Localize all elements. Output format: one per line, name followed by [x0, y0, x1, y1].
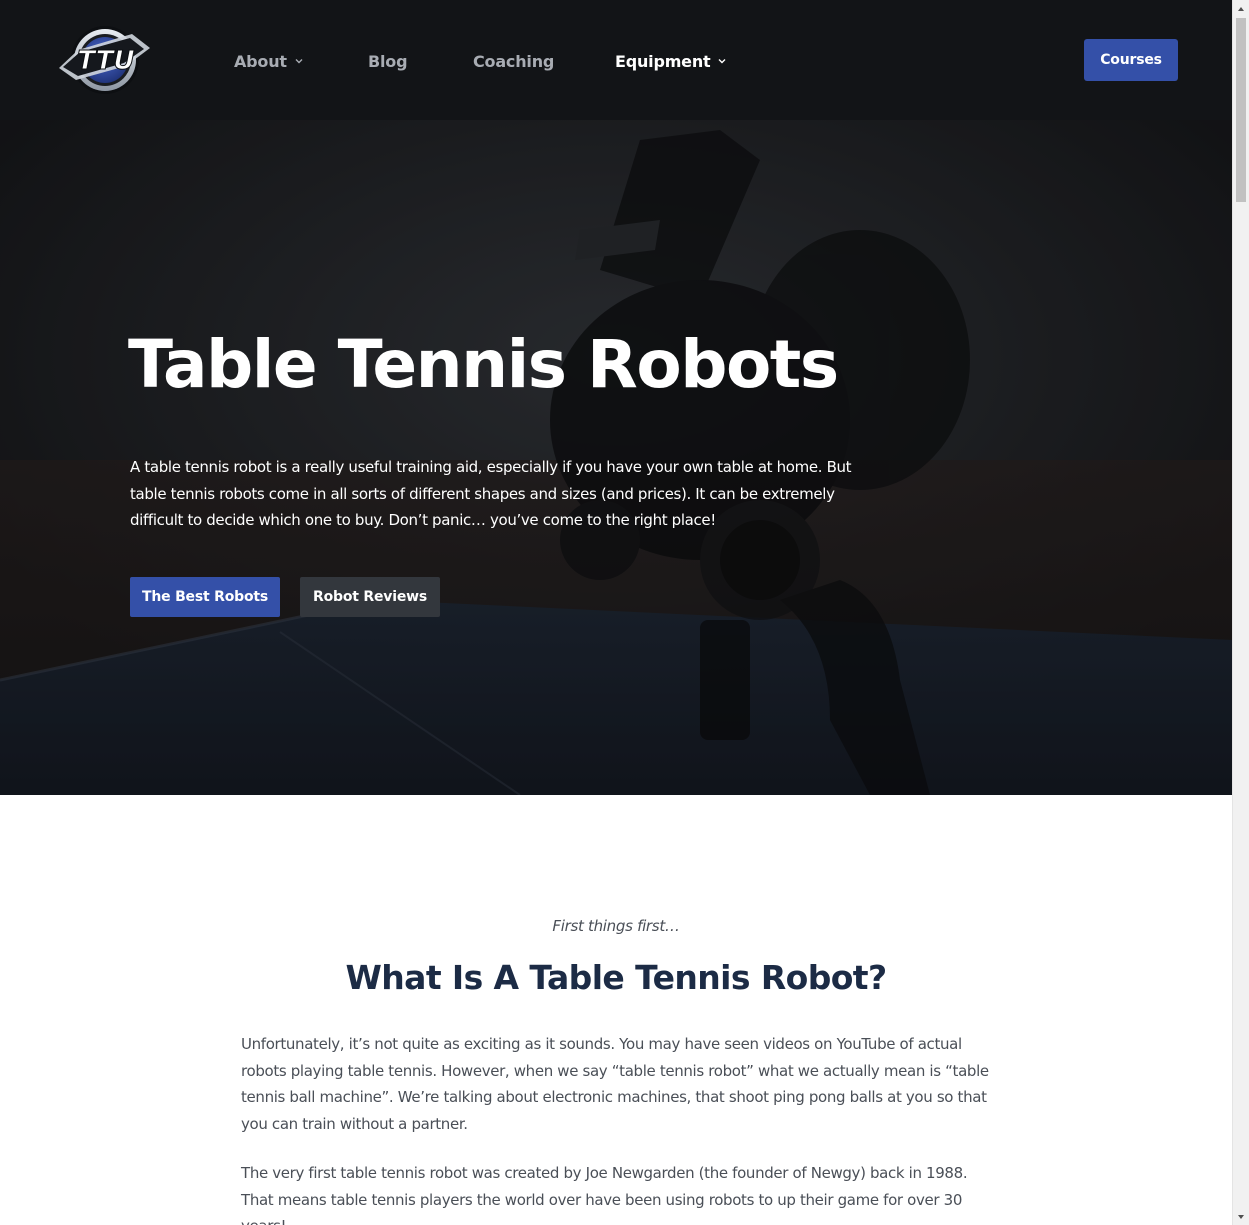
chevron-down-icon [295, 59, 303, 64]
hero-description: A table tennis robot is a really useful … [130, 458, 852, 529]
hero-title: Table Tennis Robots [128, 326, 839, 403]
nav-about-label: About [234, 51, 287, 71]
chevron-down-icon [718, 59, 726, 64]
hero-section: Table Tennis Robots A table tennis robot… [0, 120, 1232, 795]
scroll-thumb[interactable] [1236, 18, 1246, 202]
scroll-down-button[interactable] [1233, 1208, 1249, 1225]
site-header: TTU About Blog Coaching Equipment Course… [0, 0, 1232, 120]
nav-equipment[interactable]: Equipment [615, 52, 727, 71]
main-nav: About Blog Coaching Equipment [234, 48, 727, 74]
scroll-up-button[interactable] [1233, 0, 1249, 17]
scroll-down-arrow-icon [1238, 1214, 1244, 1219]
nav-coaching-label: Coaching [473, 51, 555, 71]
ttu-logo-icon: TTU [59, 26, 150, 94]
robot-reviews-button[interactable]: Robot Reviews [300, 577, 440, 617]
courses-button[interactable]: Courses [1084, 39, 1178, 81]
site-logo[interactable]: TTU [56, 22, 152, 98]
nav-about[interactable]: About [234, 52, 368, 71]
page-scrollbar[interactable] [1232, 0, 1249, 1225]
nav-blog-label: Blog [368, 51, 408, 71]
scroll-up-arrow-icon [1238, 6, 1244, 11]
intro-section: First things first… What Is A Table Tenn… [0, 795, 1232, 1225]
paragraph: The very first table tennis robot was cr… [241, 1164, 968, 1225]
nav-equipment-label: Equipment [615, 51, 711, 71]
paragraph: Unfortunately, it’s not quite as excitin… [241, 1035, 989, 1133]
page: TTU About Blog Coaching Equipment Course… [0, 0, 1232, 1225]
section-title: What Is A Table Tennis Robot? [345, 958, 887, 997]
section-eyebrow: First things first… [552, 917, 680, 935]
svg-text:TTU: TTU [77, 46, 134, 76]
best-robots-button[interactable]: The Best Robots [130, 577, 280, 617]
nav-blog[interactable]: Blog [368, 52, 473, 71]
nav-coaching[interactable]: Coaching [473, 52, 615, 71]
